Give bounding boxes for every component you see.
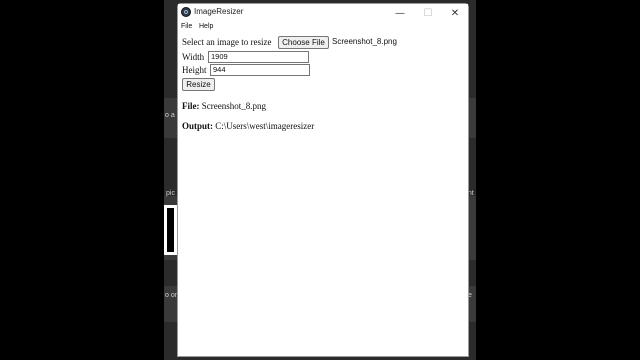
resize-button[interactable]: Resize [182,78,215,91]
width-label: Width [182,52,205,62]
close-button[interactable]: ✕ [441,4,469,22]
output-info: Output: C:\Users\west\imageresizer [182,121,314,131]
background-text: o a [165,112,175,119]
output-info-label: Output: [182,121,214,131]
app-icon [181,7,191,17]
app-window: ImageResizer — ☐ ✕ File Help Select an i… [177,3,469,357]
width-input[interactable]: 1909 [208,51,309,63]
choose-file-button[interactable]: Choose File [278,36,329,49]
file-info-value: Screenshot_8.png [201,101,266,111]
file-info: File: Screenshot_8.png [182,101,266,111]
output-info-value: C:\Users\west\imageresizer [215,121,315,131]
menu-help[interactable]: Help [199,23,213,30]
maximize-button[interactable]: ☐ [414,4,442,22]
menu-file[interactable]: File [181,23,192,30]
background-thumbnail [164,205,178,255]
file-info-label: File: [182,101,200,111]
title-bar[interactable]: ImageResizer — ☐ ✕ [178,4,468,22]
select-image-label: Select an image to resize [182,37,272,47]
height-label: Height [182,65,207,75]
background-text: pic [166,190,175,197]
menu-bar: File Help [178,22,468,34]
selected-file-name: Screenshot_8.png [332,37,397,46]
window-title: ImageResizer [194,7,244,16]
select-image-row: Select an image to resize Choose File Sc… [182,36,397,49]
minimize-button[interactable]: — [386,4,414,22]
height-input[interactable]: 944 [210,64,310,76]
